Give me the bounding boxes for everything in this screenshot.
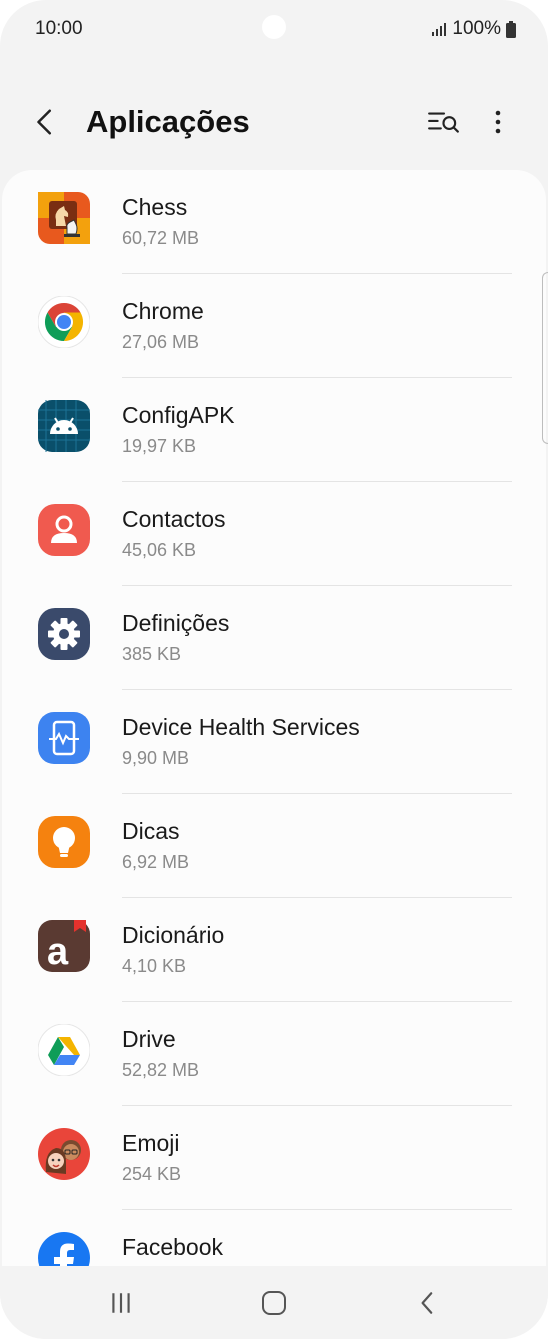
google-drive-icon [38,1024,90,1076]
app-row-facebook[interactable]: Facebook [2,1210,546,1266]
app-size: 254 KB [122,1164,182,1184]
nav-back-button[interactable] [406,1286,450,1320]
more-vertical-icon [495,110,501,134]
more-options-button[interactable] [480,102,516,142]
facebook-icon [38,1232,90,1266]
status-indicators: 100% [431,18,516,40]
signal-icon [431,21,447,37]
battery-percent: 100% [452,18,501,39]
status-time: 10:00 [35,18,83,39]
app-name: Emoji [122,1130,180,1156]
app-size: 6,92 MB [122,852,190,872]
front-camera [262,15,286,39]
app-row-definicoes[interactable]: Definições 385 KB [2,586,546,690]
home-icon [262,1291,286,1315]
app-name: Chrome [122,298,204,324]
search-filter-button[interactable] [424,102,464,142]
app-bar: Aplicações [0,88,548,158]
dictionary-icon: a [38,920,90,972]
battery-icon [506,20,516,38]
emoji-avatar-icon [38,1128,90,1180]
app-name: Dicionário [122,922,225,948]
app-size: 60,72 MB [122,228,200,248]
lightbulb-icon [38,816,90,868]
app-row-contactos[interactable]: Contactos 45,06 KB [2,482,546,586]
phone-screen: 10:00 100% Aplicações Chess 60,72 MB Chr… [0,0,548,1339]
app-row-dicionario[interactable]: a Dicionário 4,10 KB [2,898,546,1002]
app-name: Drive [122,1026,176,1052]
app-size: 19,97 KB [122,436,197,456]
svg-text:a: a [47,931,69,972]
settings-gear-icon [38,608,90,660]
app-size: 52,82 MB [122,1060,200,1080]
android-icon [38,400,90,452]
app-size: 385 KB [122,644,182,664]
app-name: Facebook [122,1234,224,1260]
app-row-device-health-services[interactable]: Device Health Services 9,90 MB [2,690,546,794]
app-row-configapk[interactable]: ConfigAPK 19,97 KB [2,378,546,482]
app-row-dicas[interactable]: Dicas 6,92 MB [2,794,546,898]
scroll-handle[interactable] [542,272,548,444]
page-title: Aplicações [86,104,250,139]
app-size: 27,06 MB [122,332,200,352]
app-size: 45,06 KB [122,540,197,560]
navigation-bar [0,1266,548,1339]
status-bar: 10:00 100% [0,0,548,60]
search-filter-icon [428,112,459,133]
app-row-chess[interactable]: Chess 60,72 MB [2,170,546,274]
app-name: Dicas [122,818,180,844]
app-name: Device Health Services [122,714,360,740]
chrome-icon [38,296,90,348]
app-name: ConfigAPK [122,402,235,428]
app-name: Chess [122,194,188,220]
app-row-chrome[interactable]: Chrome 27,06 MB [2,274,546,378]
chess-icon [38,192,90,244]
app-name: Contactos [122,506,226,532]
home-button[interactable] [252,1286,296,1320]
recent-apps-button[interactable] [99,1286,143,1320]
recent-apps-icon [112,1293,130,1313]
app-size: 9,90 MB [122,748,190,768]
contacts-icon [38,504,90,556]
device-health-icon [38,712,90,764]
back-arrow-icon [37,109,51,135]
back-icon [421,1292,433,1314]
app-size: 4,10 KB [122,956,187,976]
app-row-drive[interactable]: Drive 52,82 MB [2,1002,546,1106]
app-list: Chess 60,72 MB Chrome 27,06 MB ConfigAPK… [2,170,546,1266]
app-row-emoji[interactable]: Emoji 254 KB [2,1106,546,1210]
app-name: Definições [122,610,230,636]
back-button[interactable] [26,102,66,142]
